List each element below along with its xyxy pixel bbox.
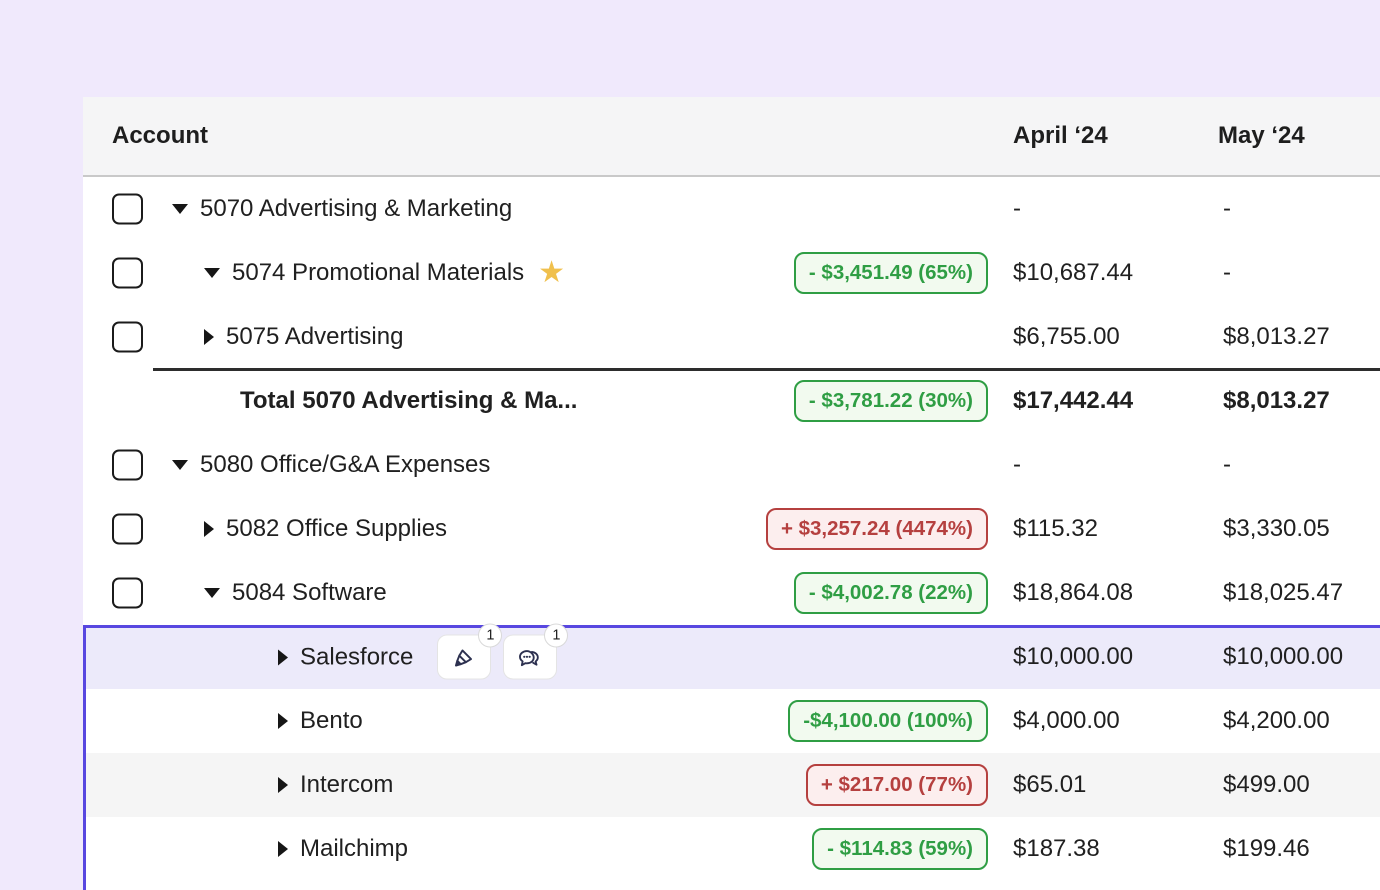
cell-april-value: - — [1013, 451, 1021, 479]
page-background: Account April ‘24 May ‘24 5070 Advertisi… — [0, 0, 1380, 890]
account-label: 5075 Advertising — [226, 323, 403, 351]
row-checkbox[interactable] — [112, 194, 143, 225]
column-header-may-24: May ‘24 — [1218, 122, 1305, 150]
cell-april-value: $4,000.00 — [1013, 707, 1120, 735]
table-row[interactable]: Total 5070 Advertising & Ma... - $3,781.… — [83, 369, 1380, 433]
comment-button[interactable]: 1 — [503, 635, 557, 680]
caret-right-icon[interactable] — [278, 841, 288, 857]
account-label: Total 5070 Advertising & Ma... — [240, 387, 577, 415]
caret-right-icon[interactable] — [278, 649, 288, 665]
cell-april-value: - — [1013, 195, 1021, 223]
table-row[interactable]: 5084 Software - $4,002.78 (22%) $18,864.… — [83, 561, 1380, 625]
row-annotations: 1 1 — [437, 635, 557, 680]
accounts-table: Account April ‘24 May ‘24 5070 Advertisi… — [83, 97, 1380, 890]
cell-april-value: $115.32 — [1013, 515, 1098, 543]
star-icon[interactable]: ★ — [538, 258, 565, 288]
cell-may-value: $8,013.27 — [1223, 387, 1330, 415]
cell-april-value: $65.01 — [1013, 771, 1086, 799]
cell-may-value: $8,013.27 — [1223, 323, 1330, 351]
cell-may-value: - — [1223, 451, 1231, 479]
caret-down-icon[interactable] — [204, 588, 220, 598]
variance-badge[interactable]: - $3,451.49 (65%) — [794, 252, 988, 294]
row-checkbox[interactable] — [112, 450, 143, 481]
table-row[interactable]: 5080 Office/G&A Expenses - - — [83, 433, 1380, 497]
selection-left-border — [83, 625, 86, 890]
variance-badge[interactable]: - $114.83 (59%) — [812, 828, 988, 870]
cell-may-value: $3,330.05 — [1223, 515, 1330, 543]
highlight-button[interactable]: 1 — [437, 635, 491, 680]
highlighter-icon — [451, 644, 478, 671]
cell-may-value: $4,200.00 — [1223, 707, 1330, 735]
cell-may-value: $18,025.47 — [1223, 579, 1343, 607]
row-checkbox[interactable] — [112, 258, 143, 289]
cell-may-value: - — [1223, 195, 1231, 223]
table-row[interactable]: Bento -$4,100.00 (100%) $4,000.00 $4,200… — [83, 689, 1380, 753]
comment-icon — [516, 643, 544, 671]
table-header-row: Account April ‘24 May ‘24 — [83, 97, 1380, 177]
account-label: Intercom — [300, 771, 393, 799]
table-row[interactable]: Salesforce 1 — [83, 625, 1380, 689]
table-row[interactable]: 5074 Promotional Materials ★ - $3,451.49… — [83, 241, 1380, 305]
cell-april-value: $10,687.44 — [1013, 259, 1133, 287]
row-checkbox[interactable] — [112, 514, 143, 545]
cell-april-value: $187.38 — [1013, 835, 1100, 863]
cell-april-value: $18,864.08 — [1013, 579, 1133, 607]
account-label: 5070 Advertising & Marketing — [200, 195, 512, 223]
column-header-april-24: April ‘24 — [1013, 122, 1108, 150]
caret-right-icon[interactable] — [278, 713, 288, 729]
cell-may-value: - — [1223, 259, 1231, 287]
cell-april-value: $10,000.00 — [1013, 643, 1133, 671]
cell-april-value: $6,755.00 — [1013, 323, 1120, 351]
variance-badge[interactable]: -$4,100.00 (100%) — [788, 700, 988, 742]
caret-right-icon[interactable] — [204, 329, 214, 345]
variance-badge[interactable]: - $4,002.78 (22%) — [794, 572, 988, 614]
table-row[interactable]: 5075 Advertising $6,755.00 $8,013.27 — [83, 305, 1380, 369]
variance-badge[interactable]: + $3,257.24 (4474%) — [766, 508, 988, 550]
caret-down-icon[interactable] — [204, 268, 220, 278]
column-header-account: Account — [112, 122, 208, 150]
cell-april-value: $17,442.44 — [1013, 387, 1133, 415]
table-row[interactable]: 5070 Advertising & Marketing - - — [83, 177, 1380, 241]
account-label: 5082 Office Supplies — [226, 515, 447, 543]
caret-down-icon[interactable] — [172, 460, 188, 470]
caret-right-icon[interactable] — [204, 521, 214, 537]
row-checkbox[interactable] — [112, 322, 143, 353]
account-label: Salesforce — [300, 643, 413, 671]
row-checkbox[interactable] — [112, 578, 143, 609]
account-label: Mailchimp — [300, 835, 408, 863]
account-label: 5084 Software — [232, 579, 387, 607]
caret-right-icon[interactable] — [278, 777, 288, 793]
cell-may-value: $499.00 — [1223, 771, 1310, 799]
cell-may-value: $199.46 — [1223, 835, 1310, 863]
caret-down-icon[interactable] — [172, 204, 188, 214]
variance-badge[interactable]: - $3,781.22 (30%) — [794, 380, 988, 422]
table-body: 5070 Advertising & Marketing - - 5074 Pr… — [83, 177, 1380, 881]
table-row[interactable]: 5082 Office Supplies + $3,257.24 (4474%)… — [83, 497, 1380, 561]
comment-count-badge: 1 — [544, 624, 568, 648]
table-row[interactable]: Intercom + $217.00 (77%) $65.01 $499.00 — [83, 753, 1380, 817]
account-label: Bento — [300, 707, 363, 735]
highlight-count-badge: 1 — [478, 624, 502, 648]
account-label: 5080 Office/G&A Expenses — [200, 451, 490, 479]
table-row[interactable]: Mailchimp - $114.83 (59%) $187.38 $199.4… — [83, 817, 1380, 881]
account-label: 5074 Promotional Materials — [232, 259, 524, 287]
cell-may-value: $10,000.00 — [1223, 643, 1343, 671]
variance-badge[interactable]: + $217.00 (77%) — [806, 764, 988, 806]
